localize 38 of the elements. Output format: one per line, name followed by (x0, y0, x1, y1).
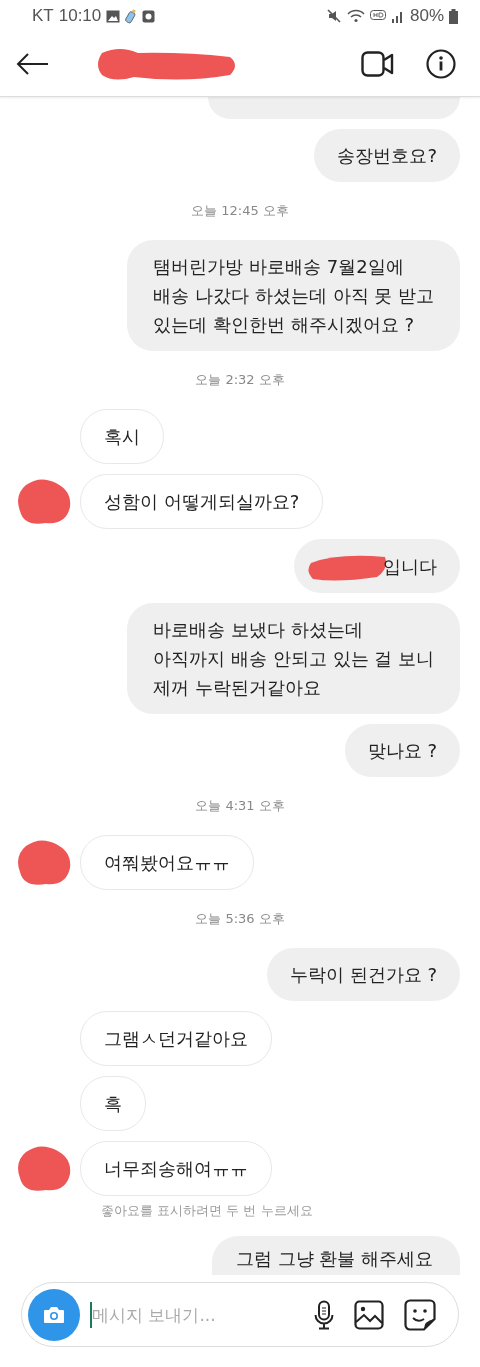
message-text: 혹시 (104, 426, 140, 447)
back-icon[interactable] (16, 53, 50, 75)
timestamp: 오늘 5:36 오후 (194, 910, 286, 928)
signal-icon (390, 9, 405, 23)
message-text: 바로배송 보냈다 하셨는데 아직까지 배송 안되고 있는 걸 보니 제꺼 누락된거같아요 (153, 619, 434, 698)
status-time: 10:10 (58, 6, 102, 26)
image-icon[interactable] (354, 1299, 384, 1330)
message-text: 여쭤봤어요ㅠㅠ (104, 852, 230, 873)
message-text: 그럼 그냥 환불 해주세요 (236, 1248, 434, 1269)
message-text: 그램ㅅ던거같아요 (104, 1028, 248, 1049)
wifi-icon (346, 9, 365, 23)
message-text: 성함이 어떻게되실까요? (104, 491, 300, 512)
sticker-icon[interactable] (404, 1298, 436, 1331)
bottle-icon (125, 8, 138, 24)
battery-icon (449, 8, 458, 24)
clock-icon (142, 9, 156, 23)
timestamp: 오늘 4:31 오후 (194, 797, 286, 815)
video-call-icon[interactable] (361, 51, 394, 77)
camera-button[interactable] (28, 1288, 80, 1341)
status-carrier: KT (32, 6, 54, 26)
gallery-icon (106, 9, 121, 23)
microphone-icon[interactable] (314, 1299, 334, 1330)
message-field[interactable]: 메시지 보내기... (92, 1304, 294, 1325)
message-text: 흑 (104, 1093, 122, 1114)
message-text: 누락이 된건가요 ? (290, 964, 437, 985)
message-text: 맞나요 ? (367, 740, 437, 761)
like-hint: 좋아요를 표시하려면 두 번 누르세요 (100, 1202, 314, 1220)
message-text: 탬버린가방 바로배송 7월2일에 배송 나갔다 하셨는데 아직 못 받고 있는데 확인한번 해주시겠어요 ? (153, 256, 434, 335)
timestamp: 오늘 2:32 오후 (194, 371, 286, 389)
message-text: 입니다 (383, 554, 437, 579)
camera-icon (43, 1305, 65, 1324)
mute-icon (326, 9, 342, 23)
message-text: 송장번호요? (337, 145, 437, 166)
message-text: 너무죄송해여ㅠㅠ (104, 1158, 248, 1179)
battery-percent: 80% (409, 6, 444, 26)
hd-icon (369, 10, 386, 22)
info-icon[interactable] (426, 49, 456, 79)
timestamp: 오늘 12:45 오후 (190, 202, 290, 220)
